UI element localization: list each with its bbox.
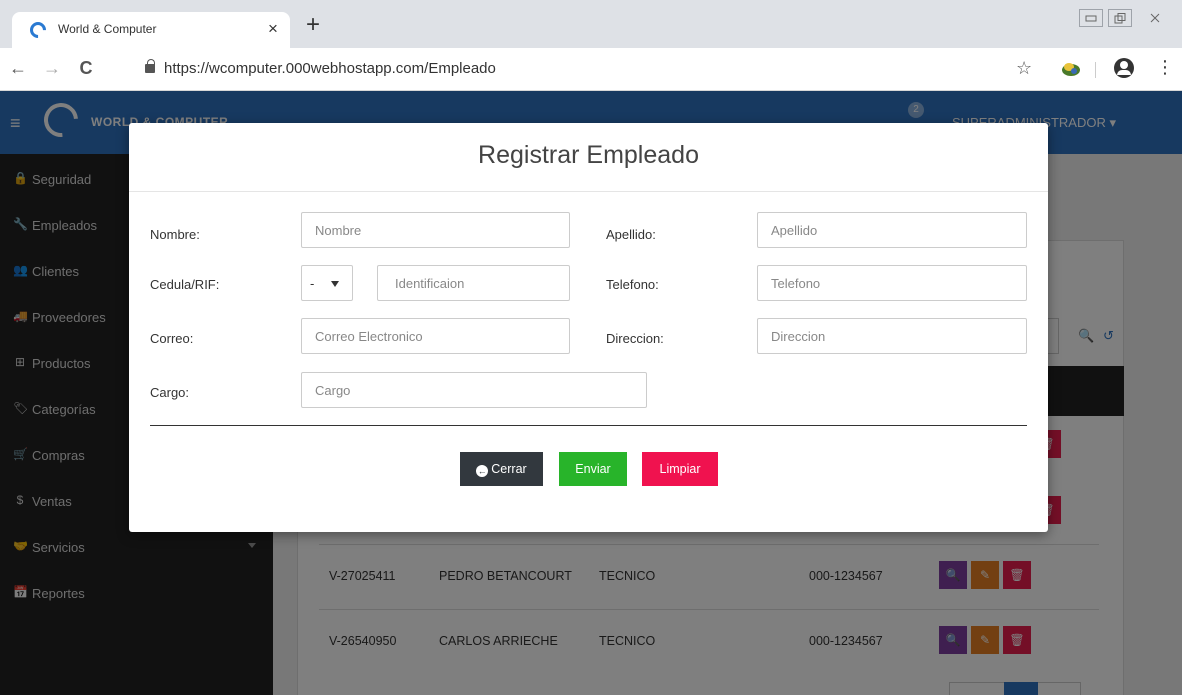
forward-button[interactable]: → xyxy=(40,56,64,80)
register-employee-modal: Registrar Empleado Nombre: Apellido: Ced… xyxy=(129,123,1048,532)
apellido-label: Apellido: xyxy=(606,227,656,242)
favicon-icon xyxy=(26,18,50,42)
arrow-left-circle-icon: ← xyxy=(476,465,489,477)
telefono-input[interactable] xyxy=(757,265,1027,301)
bookmark-star-icon[interactable]: ☆ xyxy=(1016,58,1032,79)
back-button[interactable]: ← xyxy=(6,56,30,80)
browser-tab[interactable]: World & Computer × xyxy=(12,12,290,48)
lock-icon xyxy=(145,59,155,73)
minimize-button[interactable] xyxy=(1079,9,1103,27)
nombre-label: Nombre: xyxy=(150,227,200,242)
tab-title: World & Computer xyxy=(58,22,157,36)
profile-avatar-icon[interactable] xyxy=(1114,58,1134,78)
cedula-label: Cedula/RIF: xyxy=(150,277,220,292)
telefono-label: Telefono: xyxy=(606,277,659,292)
identificacion-input[interactable] xyxy=(377,265,570,301)
maximize-button[interactable] xyxy=(1108,9,1132,27)
maximize-icon xyxy=(1114,13,1126,24)
reload-button[interactable]: C xyxy=(74,56,98,80)
browser-tabstrip: World & Computer × + xyxy=(0,0,1182,48)
browser-menu-button[interactable]: ⋮ xyxy=(1156,58,1174,76)
correo-label: Correo: xyxy=(150,331,194,346)
browser-toolbar: ← → C https://wcomputer.000webhostapp.co… xyxy=(0,48,1182,91)
modal-title: Registrar Empleado xyxy=(478,141,699,169)
cargo-input[interactable] xyxy=(301,372,647,408)
direccion-input[interactable] xyxy=(757,318,1027,354)
correo-input[interactable] xyxy=(301,318,570,354)
direccion-label: Direccion: xyxy=(606,331,664,346)
window-close-button[interactable] xyxy=(1144,9,1168,27)
cedula-type-value: - xyxy=(310,276,315,291)
close-button[interactable]: ← Cerrar xyxy=(460,452,543,486)
nombre-input[interactable] xyxy=(301,212,570,248)
close-button-label: Cerrar xyxy=(491,462,527,476)
cargo-label: Cargo: xyxy=(150,385,190,400)
send-button[interactable]: Enviar xyxy=(559,452,627,486)
close-icon xyxy=(1150,13,1160,23)
apellido-input[interactable] xyxy=(757,212,1027,248)
new-tab-button[interactable]: + xyxy=(306,13,320,37)
caret-down-icon xyxy=(331,281,339,287)
clear-button[interactable]: Limpiar xyxy=(642,452,718,486)
toolbar-separator xyxy=(1095,62,1096,78)
tab-close-button[interactable]: × xyxy=(268,19,278,39)
address-input[interactable]: https://wcomputer.000webhostapp.com/Empl… xyxy=(164,60,496,77)
form-divider xyxy=(150,425,1027,426)
modal-divider xyxy=(129,191,1048,192)
minimize-icon xyxy=(1085,15,1097,22)
extension-icon[interactable] xyxy=(1061,61,1081,77)
cedula-type-select[interactable]: - xyxy=(301,265,353,301)
